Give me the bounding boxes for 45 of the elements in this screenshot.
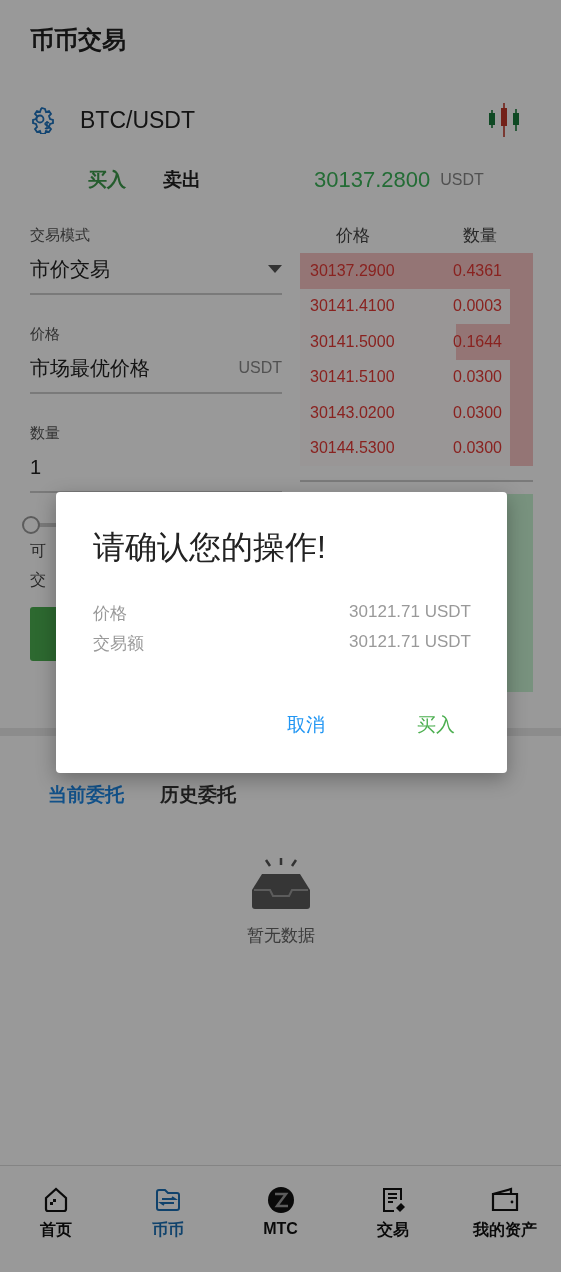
nav-item[interactable]: 首页 [0, 1166, 113, 1272]
folder-exchange-icon [154, 1186, 183, 1214]
nav-item[interactable]: 币币 [112, 1166, 225, 1272]
wallet-icon [489, 1186, 520, 1214]
pair-name: BTC/USDT [80, 106, 196, 134]
nav-item[interactable]: 交易 [336, 1166, 449, 1272]
field-label: 数量 [30, 424, 61, 443]
ask-amount: 0.0300 [453, 439, 502, 458]
ask-price: 30141.5100 [310, 368, 395, 387]
last-price: 30137.2800 [314, 167, 431, 193]
ask-price: 30137.2900 [310, 261, 395, 280]
info-text: 交 [30, 570, 46, 590]
ask-price: 30141.4100 [310, 297, 395, 316]
candlestick-icon[interactable] [487, 103, 521, 137]
mode-select[interactable]: 市价交易 [30, 245, 282, 295]
detail-label: 价格 [93, 603, 127, 625]
nav-item[interactable]: MTC [224, 1166, 337, 1272]
ask-price: 30141.5000 [310, 332, 395, 351]
coin-icon [266, 1186, 295, 1214]
side-tab[interactable]: 卖出 [153, 167, 228, 193]
price-unit: USDT [440, 171, 484, 189]
dropdown-icon [268, 265, 282, 273]
empty-text: 暂无数据 [246, 925, 315, 947]
ask-amount: 0.4361 [453, 261, 502, 280]
order-tab[interactable]: 历史委托 [150, 782, 246, 808]
info-text: 可 [30, 541, 46, 561]
field-label: 价格 [30, 325, 61, 344]
price-field[interactable]: 市场最优价格 USDT [30, 344, 282, 394]
slider-thumb[interactable] [22, 516, 40, 534]
detail-label: 交易额 [93, 633, 144, 655]
column-header: 数量 [463, 225, 497, 247]
page-title: 币币交易 [30, 26, 126, 53]
nav-item[interactable]: 我的资产 [448, 1166, 561, 1272]
detail-value: 30121.71 USDT [349, 632, 471, 653]
ask-amount: 0.0300 [453, 403, 502, 422]
field-label: 交易模式 [30, 226, 91, 245]
ask-amount: 0.1644 [453, 332, 502, 351]
ask-amount: 0.0300 [453, 368, 502, 387]
ask-price: 30144.5300 [310, 439, 395, 458]
empty-inbox-icon [249, 858, 312, 910]
detail-value: 30121.71 USDT [349, 602, 471, 623]
column-header: 价格 [336, 225, 370, 247]
ask-price: 30143.0200 [310, 403, 395, 422]
ask-amount: 0.0003 [453, 297, 502, 316]
dialog-title: 请确认您的操作! [93, 528, 327, 567]
